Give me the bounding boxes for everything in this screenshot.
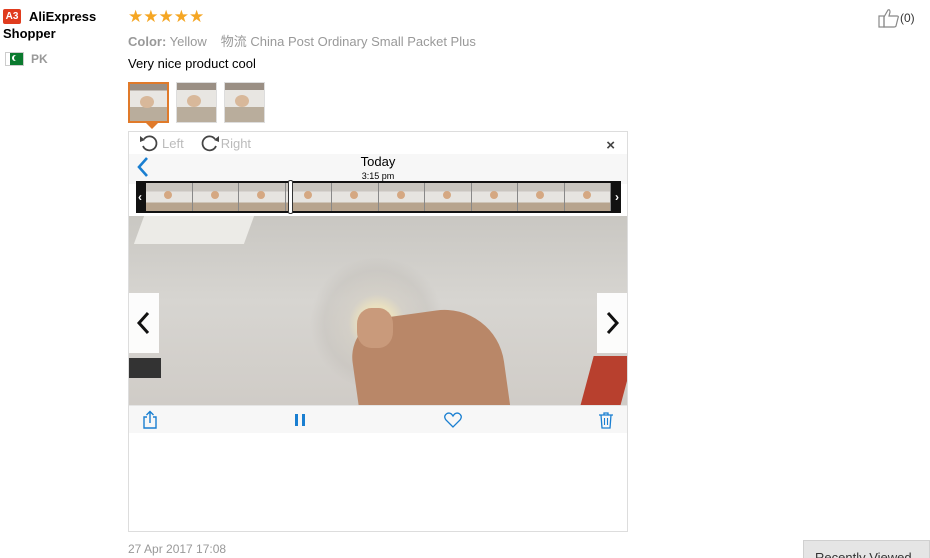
filmstrip-frame	[564, 183, 611, 211]
rotate-toolbar: Left Right ×	[129, 132, 627, 154]
reviewer-name: AliExpress	[29, 9, 97, 24]
heart-icon[interactable]	[443, 410, 463, 430]
active-thumbnail-pointer	[145, 122, 159, 129]
color-value: Yellow	[169, 34, 207, 49]
photo-time: 3:15 pm	[361, 171, 395, 181]
review-date: 27 Apr 2017 17:08	[128, 542, 227, 556]
shipping-label: 物流	[220, 34, 247, 49]
filmstrip-frame	[146, 183, 193, 211]
filmstrip-frame	[239, 183, 286, 211]
pakistan-flag-icon	[5, 52, 24, 66]
share-icon[interactable]	[140, 410, 160, 430]
rotate-right-button[interactable]: Right	[198, 133, 251, 153]
rotate-right-icon	[201, 135, 219, 152]
next-photo-button[interactable]	[597, 293, 627, 353]
recently-viewed-label: Recently Viewed	[815, 550, 912, 558]
review-photo-thumbnails	[128, 82, 265, 123]
helpful-button[interactable]: (0)	[878, 8, 915, 28]
close-viewer-button[interactable]: ×	[606, 137, 615, 154]
chevron-left-icon	[136, 311, 150, 335]
trash-icon[interactable]	[596, 410, 616, 430]
buyer-level-badge: A3	[3, 9, 21, 24]
rotate-left-button[interactable]: Left	[139, 133, 184, 153]
filmstrip-playhead[interactable]	[288, 180, 293, 214]
photo-date-title: Today	[360, 154, 396, 169]
photo-header: Today 3:15 pm	[129, 154, 627, 184]
rotate-right-label: Right	[220, 135, 252, 151]
filmstrip-frame	[425, 183, 472, 211]
filmstrip-frame	[378, 183, 425, 211]
rotate-left-icon	[140, 135, 158, 152]
filmstrip-left-icon: ‹	[138, 190, 142, 204]
photo-toolbar	[129, 405, 627, 433]
color-label: Color:	[128, 34, 167, 49]
chevron-right-icon	[606, 311, 620, 335]
thumbs-up-icon	[878, 9, 899, 28]
rating-stars: ★★★★★	[128, 7, 205, 26]
review-text: Very nice product cool	[128, 56, 256, 71]
filmstrip-frame	[518, 183, 565, 211]
photo-viewer: Left Right × Today 3:15 pm ‹ ›	[128, 131, 628, 532]
filmstrip-frame	[192, 183, 239, 211]
pause-icon[interactable]	[290, 410, 310, 430]
video-filmstrip[interactable]: ‹ ›	[136, 180, 621, 214]
reviewer-country: PK	[5, 52, 121, 66]
reviewer-name-line2: Shopper	[3, 26, 56, 41]
review-photo-thumbnail[interactable]	[176, 82, 217, 123]
previous-photo-button[interactable]	[129, 293, 159, 353]
review-meta: Color: Yellow 物流 China Post Ordinary Smal…	[128, 31, 476, 50]
filmstrip-frame	[332, 183, 379, 211]
country-code: PK	[31, 52, 48, 66]
review-photo-thumbnail[interactable]	[224, 82, 265, 123]
reviewer-info: A3 AliExpress Shopper PK	[3, 8, 121, 66]
filmstrip-frame	[471, 183, 518, 211]
recently-viewed-tab[interactable]: Recently Viewed	[803, 540, 930, 558]
rotate-left-label: Left	[162, 135, 184, 151]
video-frame	[129, 216, 627, 405]
filmstrip-right-icon: ›	[615, 190, 619, 204]
review-photo-thumbnail[interactable]	[128, 82, 169, 123]
shipping-value: China Post Ordinary Small Packet Plus	[250, 34, 476, 49]
helpful-count: (0)	[900, 11, 915, 25]
